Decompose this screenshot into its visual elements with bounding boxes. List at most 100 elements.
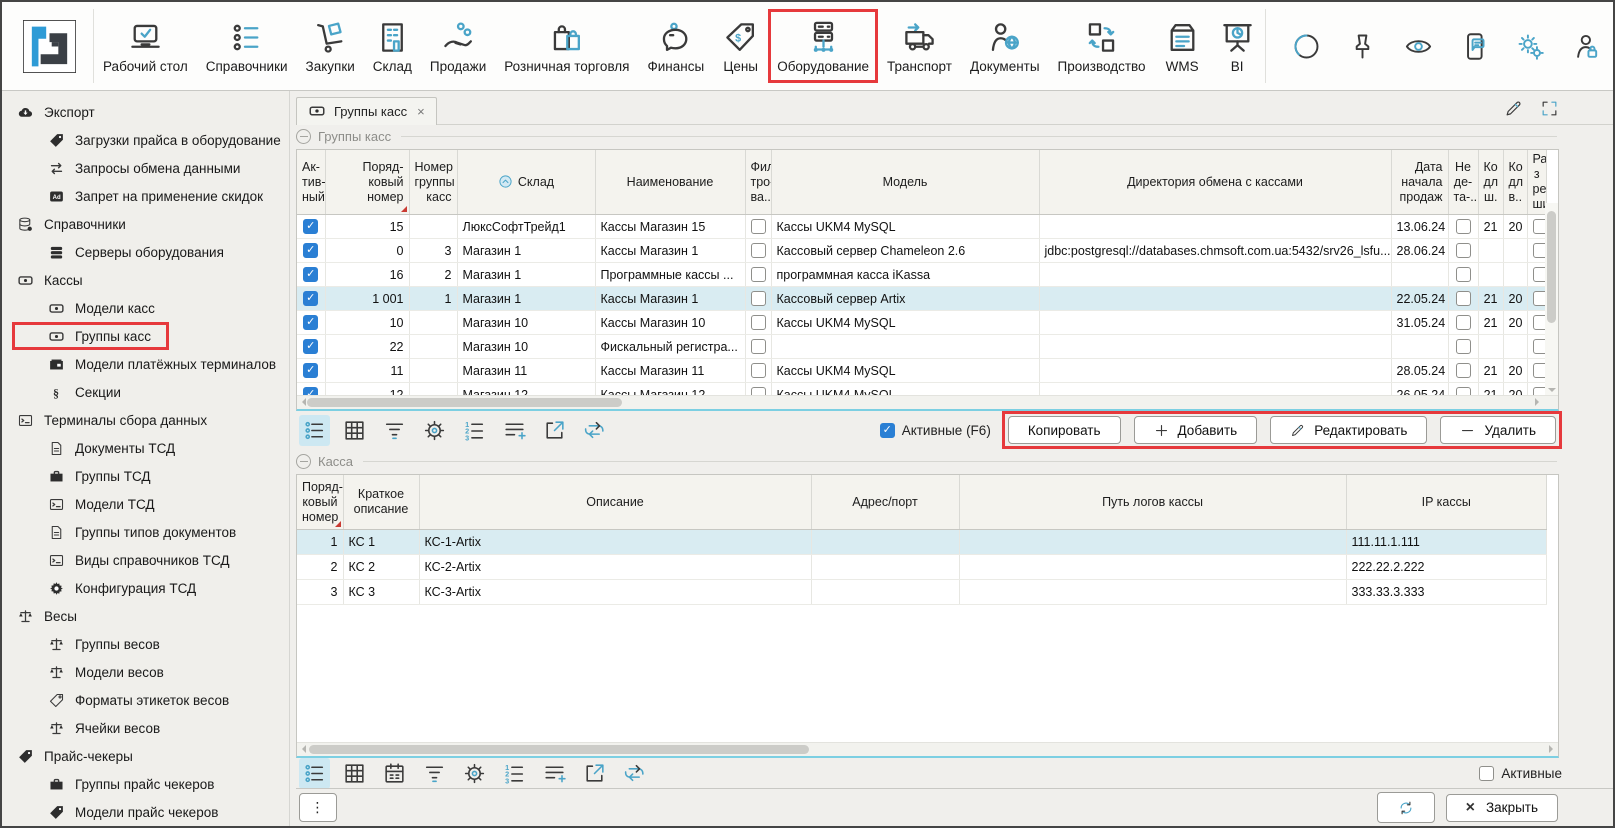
row-checkbox[interactable]: ✓ bbox=[303, 339, 318, 354]
sidebar-item-Секции[interactable]: §Секции bbox=[2, 378, 289, 406]
row-checkbox[interactable] bbox=[1456, 315, 1471, 330]
sidebar-item-Форматы этикеток весов[interactable]: Форматы этикеток весов bbox=[2, 686, 289, 714]
row-checkbox[interactable] bbox=[751, 267, 766, 282]
more-button[interactable]: ⋮ bbox=[299, 793, 337, 822]
column-header[interactable]: Поряд-ковый номер bbox=[297, 475, 343, 530]
nav-item-Закупки[interactable]: Закупки bbox=[297, 9, 364, 83]
row-checkbox[interactable]: ✓ bbox=[303, 315, 318, 330]
sidebar-item-Виды справочников ТСД[interactable]: Виды справочников ТСД bbox=[2, 546, 289, 574]
column-header[interactable]: Ко дл в.. bbox=[1503, 150, 1527, 215]
active-f6-checkbox[interactable]: ✓ Активные (F6) bbox=[880, 423, 991, 438]
nav-item-Справочники[interactable]: Справочники bbox=[197, 9, 297, 83]
open-external-icon[interactable] bbox=[579, 758, 610, 789]
sidebar-item-Прайс-чекеры[interactable]: Прайс-чекеры bbox=[2, 742, 289, 770]
table-row[interactable]: ✓10Магазин 10Кассы Магазин 10Кассы UKM4 … bbox=[297, 311, 1547, 335]
expand-icon[interactable] bbox=[1540, 99, 1559, 118]
nav-item-Рабочий стол[interactable]: Рабочий стол bbox=[94, 9, 197, 83]
scrollbar-thumb[interactable] bbox=[309, 745, 809, 754]
column-header[interactable]: Поряд-ковый номер bbox=[325, 150, 409, 215]
row-checkbox[interactable] bbox=[751, 291, 766, 306]
sidebar-item-Запрет на применение скидок[interactable]: AdЗапрет на применение скидок bbox=[2, 182, 289, 210]
numbered-list-icon[interactable]: 123 bbox=[499, 758, 530, 789]
refresh-button[interactable] bbox=[1377, 792, 1435, 823]
column-header[interactable]: IP кассы bbox=[1346, 475, 1547, 530]
scroll-left-arrow[interactable] bbox=[298, 745, 306, 753]
row-checkbox[interactable]: ✓ bbox=[303, 219, 318, 234]
filter-icon[interactable] bbox=[379, 415, 410, 446]
table-row[interactable]: ✓11Магазин 11Кассы Магазин 11Кассы UKM4 … bbox=[297, 359, 1547, 383]
column-header[interactable]: Дата начала продаж bbox=[1391, 150, 1448, 215]
open-external-icon[interactable] bbox=[539, 415, 570, 446]
button-Копировать[interactable]: Копировать bbox=[1008, 416, 1121, 444]
nav-item-Финансы[interactable]: Финансы bbox=[639, 9, 714, 83]
sidebar-item-Группы касс[interactable]: Группы касс bbox=[12, 322, 169, 350]
tab-cash-groups[interactable]: Группы касс × bbox=[296, 97, 437, 125]
repeat-icon[interactable] bbox=[619, 758, 650, 789]
sidebar-item-Справочники[interactable]: Справочники bbox=[2, 210, 289, 238]
row-checkbox[interactable] bbox=[751, 219, 766, 234]
sidebar-item-Модели платёжных терминалов[interactable]: Модели платёжных терминалов bbox=[2, 350, 289, 378]
row-checkbox[interactable]: ✓ bbox=[303, 243, 318, 258]
grid-view-icon[interactable] bbox=[339, 758, 370, 789]
checkbox[interactable]: ✓ bbox=[880, 423, 895, 438]
sidebar-item-Загрузки прайса в оборудование[interactable]: Загрузки прайса в оборудование bbox=[2, 126, 289, 154]
column-header[interactable]: Ко дл ш. bbox=[1478, 150, 1503, 215]
add-row-icon[interactable] bbox=[539, 758, 570, 789]
row-checkbox[interactable] bbox=[1456, 267, 1471, 282]
checkbox[interactable] bbox=[1479, 766, 1494, 781]
row-checkbox[interactable]: ✓ bbox=[303, 267, 318, 282]
table-row[interactable]: 2КС 2КС-2-Artix222.22.2.222 bbox=[297, 555, 1547, 580]
sidebar-item-Группы типов документов[interactable]: Группы типов документов bbox=[2, 518, 289, 546]
table-row[interactable]: 1КС 1КС-1-Artix111.11.1.111 bbox=[297, 530, 1547, 555]
column-header[interactable]: Номер группы касс bbox=[409, 150, 457, 215]
grid-view-icon[interactable] bbox=[339, 415, 370, 446]
row-checkbox[interactable] bbox=[1456, 363, 1471, 378]
button-Удалить[interactable]: Удалить bbox=[1440, 416, 1556, 444]
nav-item-Производство[interactable]: Производство bbox=[1049, 9, 1155, 83]
column-header[interactable]: Директория обмена с кассами bbox=[1039, 150, 1391, 215]
row-checkbox[interactable] bbox=[1456, 243, 1471, 258]
column-header[interactable]: Филь-тро-ва... bbox=[745, 150, 771, 215]
column-header[interactable]: Наименование bbox=[595, 150, 745, 215]
nav-item-BI[interactable]: BI bbox=[1210, 9, 1265, 83]
repeat-icon[interactable] bbox=[579, 415, 610, 446]
column-header[interactable]: Путь логов кассы bbox=[959, 475, 1346, 530]
gear-outline-icon[interactable] bbox=[419, 415, 450, 446]
collapse-icon[interactable] bbox=[296, 129, 311, 144]
row-checkbox[interactable] bbox=[751, 243, 766, 258]
scroll-right-arrow[interactable] bbox=[1535, 398, 1543, 406]
sidebar-item-Группы ТСД[interactable]: Группы ТСД bbox=[2, 462, 289, 490]
nav-item-Цены[interactable]: $Цены bbox=[713, 9, 768, 83]
scroll-right-arrow[interactable] bbox=[1549, 745, 1557, 753]
column-header[interactable]: Краткое описание bbox=[343, 475, 419, 530]
vertical-scrollbar[interactable] bbox=[1545, 203, 1558, 396]
row-checkbox[interactable] bbox=[751, 363, 766, 378]
nav-item-Розничная торговля[interactable]: Розничная торговля bbox=[495, 9, 638, 83]
sidebar-item-Запросы обмена данными[interactable]: Запросы обмена данными bbox=[2, 154, 289, 182]
edit-icon[interactable] bbox=[1504, 99, 1523, 118]
horizontal-scrollbar[interactable] bbox=[297, 742, 1558, 756]
collapse-icon[interactable] bbox=[296, 454, 311, 469]
calendar-icon[interactable] bbox=[379, 758, 410, 789]
sidebar-item-Конфигурация ТСД[interactable]: Конфигурация ТСД bbox=[2, 574, 289, 602]
sidebar-item-Группы прайс чекеров[interactable]: Группы прайс чекеров bbox=[2, 770, 289, 798]
gear-outline-icon[interactable] bbox=[459, 758, 490, 789]
column-header[interactable]: Склад bbox=[457, 150, 595, 215]
sidebar-item-Серверы оборудования[interactable]: Серверы оборудования bbox=[2, 238, 289, 266]
table-row[interactable]: ✓162Магазин 1Программные кассы ...програ… bbox=[297, 263, 1547, 287]
horizontal-scrollbar[interactable] bbox=[297, 395, 1558, 409]
table-row[interactable]: ✓03Магазин 1Кассы Магазин 1Кассовый серв… bbox=[297, 239, 1547, 263]
button-Добавить[interactable]: Добавить bbox=[1134, 416, 1258, 444]
table-row[interactable]: 3КС 3КС-3-Artix333.33.3.333 bbox=[297, 580, 1547, 605]
list-view-icon[interactable] bbox=[299, 758, 330, 789]
active-checkbox[interactable]: Активные bbox=[1479, 766, 1562, 781]
column-header[interactable]: Ра-з ре-ши bbox=[1527, 150, 1547, 215]
row-checkbox[interactable] bbox=[1456, 291, 1471, 306]
sidebar-item-Экспорт[interactable]: Экспорт bbox=[2, 98, 289, 126]
sidebar-item-Ячейки весов[interactable]: Ячейки весов bbox=[2, 714, 289, 742]
nav-item-WMS[interactable]: WMS bbox=[1155, 9, 1210, 83]
row-checkbox[interactable] bbox=[1456, 339, 1471, 354]
filter-icon[interactable] bbox=[419, 758, 450, 789]
table-row[interactable]: ✓1 0011Магазин 1Кассы Магазин 1Кассовый … bbox=[297, 287, 1547, 311]
nav-item-Оборудование[interactable]: Оборудование bbox=[768, 9, 878, 83]
